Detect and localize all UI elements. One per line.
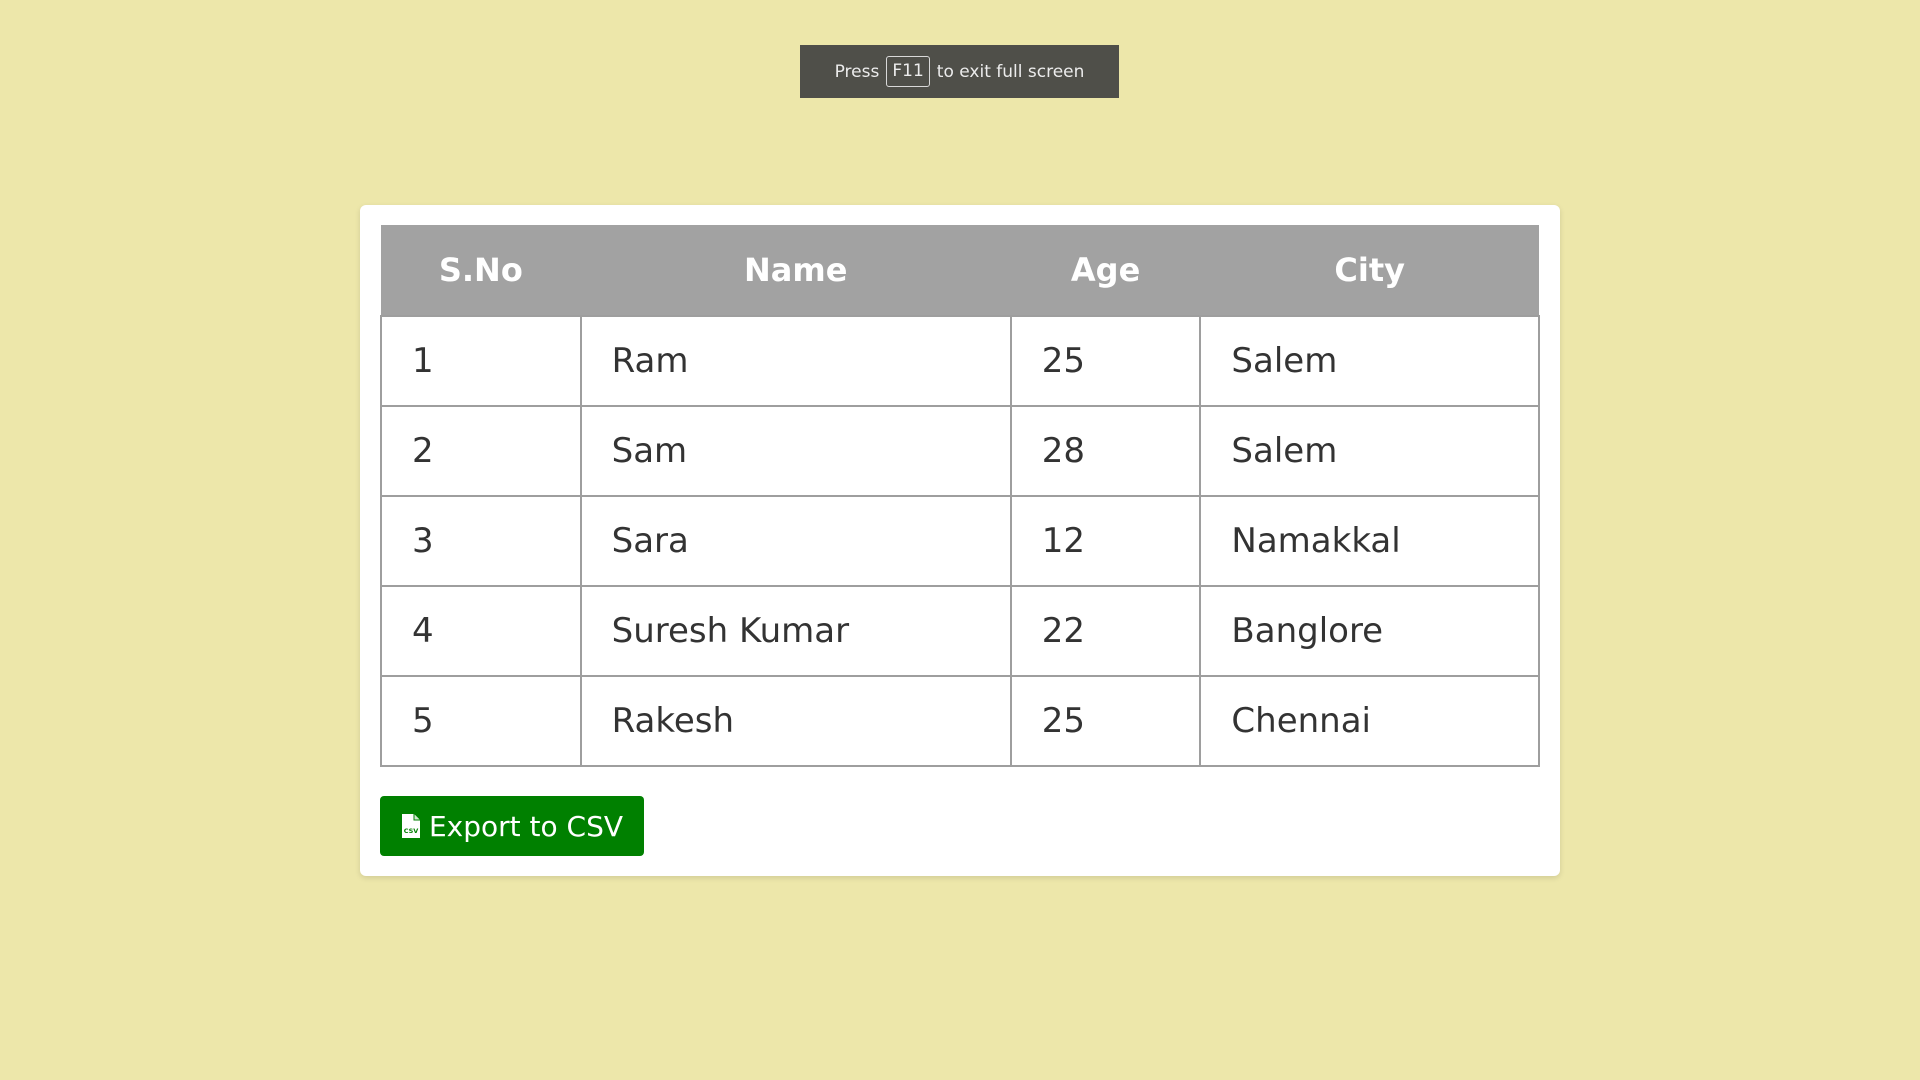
- cell-city: Salem: [1199, 315, 1540, 407]
- csv-file-icon: CSV: [401, 813, 421, 839]
- svg-text:CSV: CSV: [404, 827, 419, 835]
- table-row: 3 Sara 12 Namakkal: [380, 495, 1540, 587]
- header-age: Age: [1010, 225, 1201, 316]
- table-row: 5 Rakesh 25 Chennai: [380, 675, 1540, 767]
- cell-city: Banglore: [1199, 585, 1540, 677]
- cell-age: 25: [1009, 675, 1202, 767]
- export-csv-button[interactable]: CSV Export to CSV: [380, 796, 644, 856]
- cell-sno: 3: [380, 495, 582, 587]
- fullscreen-notice-suffix: to exit full screen: [936, 61, 1085, 82]
- cell-age: 22: [1009, 585, 1202, 677]
- table-row: 1 Ram 25 Salem: [380, 315, 1540, 407]
- table-card: S.No Name Age City 1 Ram 25 Salem 2 Sam …: [360, 205, 1560, 876]
- cell-name: Sara: [579, 495, 1012, 587]
- cell-sno: 1: [380, 315, 582, 407]
- cell-name: Ram: [579, 315, 1012, 407]
- f11-key-hint: F11: [886, 56, 930, 87]
- cell-age: 12: [1009, 495, 1202, 587]
- cell-sno: 2: [380, 405, 582, 497]
- cell-city: Chennai: [1199, 675, 1540, 767]
- cell-city: Namakkal: [1199, 495, 1540, 587]
- cell-name: Sam: [579, 405, 1012, 497]
- cell-name: Rakesh: [579, 675, 1012, 767]
- cell-name: Suresh Kumar: [579, 585, 1012, 677]
- cell-sno: 4: [380, 585, 582, 677]
- header-sno: S.No: [381, 225, 581, 316]
- table-row: 4 Suresh Kumar 22 Banglore: [380, 585, 1540, 677]
- header-city: City: [1200, 225, 1539, 316]
- cell-city: Salem: [1199, 405, 1540, 497]
- cell-age: 25: [1009, 315, 1202, 407]
- table-row: 2 Sam 28 Salem: [380, 405, 1540, 497]
- table-header-row: S.No Name Age City: [381, 225, 1539, 316]
- export-csv-label: Export to CSV: [428, 809, 624, 843]
- fullscreen-exit-notice: Press F11 to exit full screen: [800, 45, 1119, 98]
- fullscreen-notice-prefix: Press: [834, 61, 880, 82]
- cell-age: 28: [1009, 405, 1202, 497]
- people-table: S.No Name Age City 1 Ram 25 Salem 2 Sam …: [380, 225, 1540, 767]
- cell-sno: 5: [380, 675, 582, 767]
- header-name: Name: [580, 225, 1011, 316]
